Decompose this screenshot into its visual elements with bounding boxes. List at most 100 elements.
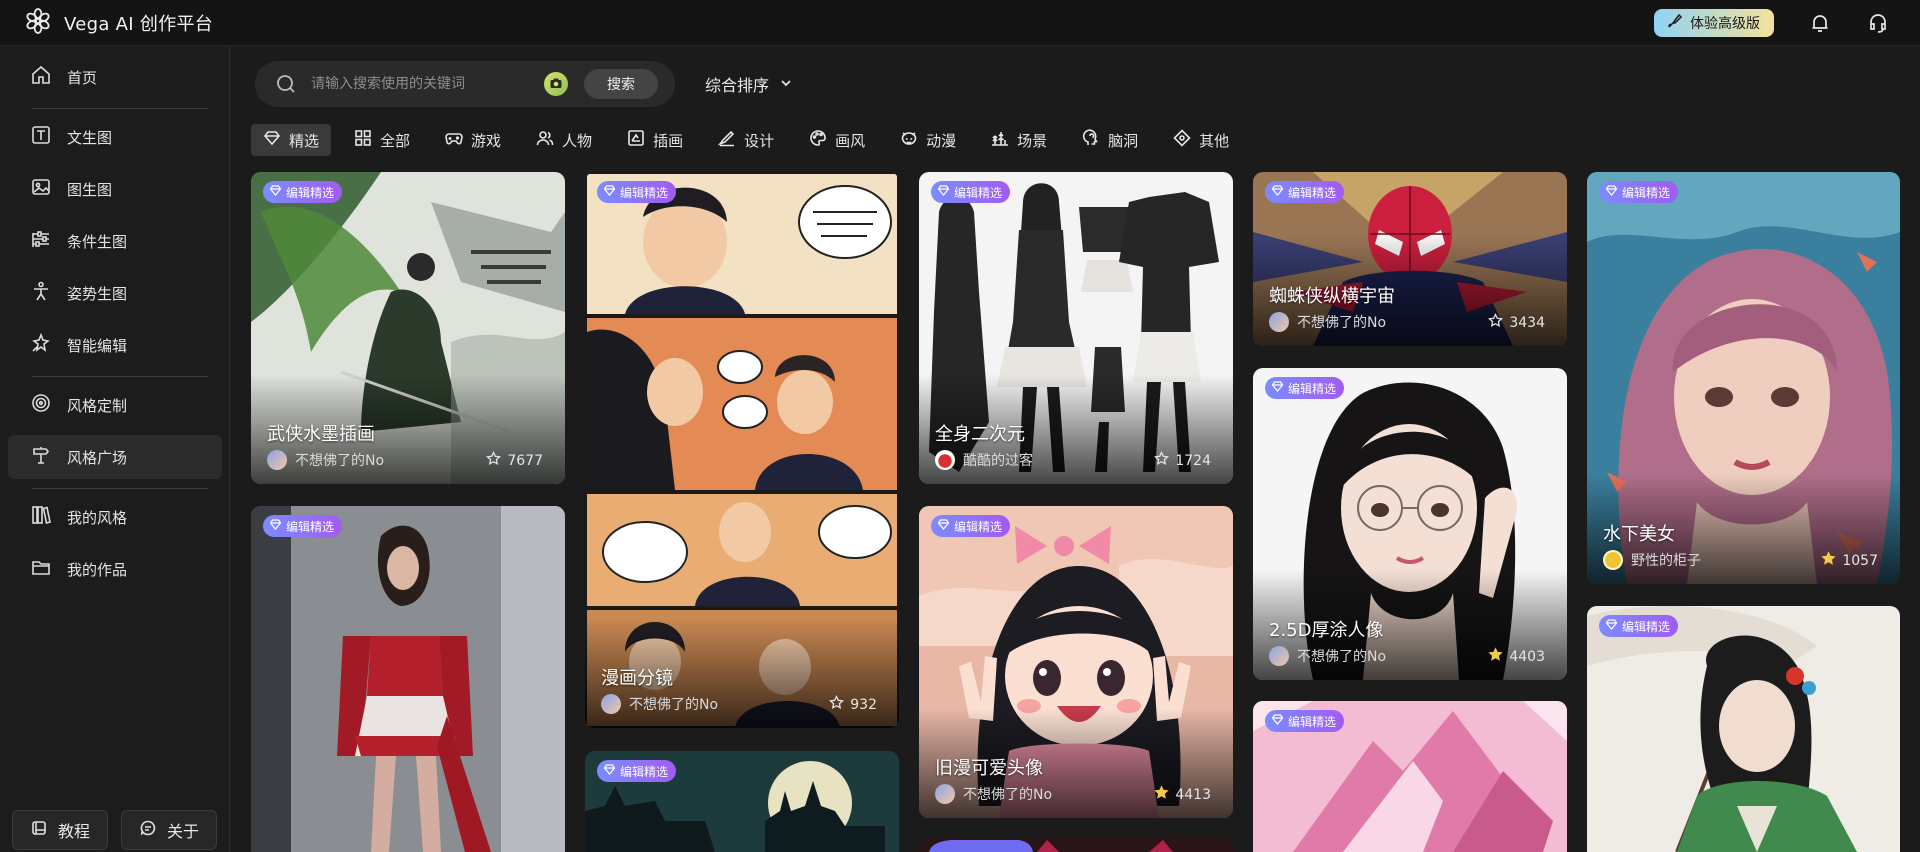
tab-other[interactable]: 其他 [1161, 124, 1241, 156]
author-name: 酷酷的过客 [963, 453, 1033, 469]
upgrade-button[interactable]: 体验高级版 [1654, 9, 1774, 37]
tab-label: 其他 [1199, 131, 1230, 150]
sidebar-item-label: 文生图 [67, 128, 113, 147]
diamond-icon [603, 763, 616, 779]
brand[interactable]: Vega AI 创作平台 [24, 7, 213, 39]
star-filled-icon [1154, 785, 1170, 804]
search-input[interactable] [311, 71, 531, 97]
avatar [1269, 312, 1289, 332]
sidebar-item-smart-edit[interactable]: 智能编辑 [8, 323, 222, 367]
editor-pick-badge: 编辑精选 [931, 515, 1011, 537]
card-author: 酷酷的过客 [935, 450, 1033, 470]
style-card[interactable]: 编辑精选 [1253, 701, 1567, 852]
app-title: Vega AI 创作平台 [64, 13, 214, 35]
sidebar-item-home[interactable]: 首页 [8, 55, 222, 99]
likes-count: 1057 [1842, 552, 1878, 569]
target-icon [30, 392, 52, 418]
tab-label: 画风 [835, 131, 866, 150]
sort-dropdown[interactable]: 综合排序 [705, 72, 793, 96]
card-likes[interactable]: 3434 [1488, 312, 1545, 332]
card-artwork-runway-model [251, 506, 565, 852]
image-search-button[interactable] [544, 72, 568, 96]
card-likes[interactable]: 7677 [486, 450, 543, 470]
sidebar-item-style-plaza[interactable]: 风格广场 [8, 435, 222, 479]
star-icon [1488, 312, 1504, 332]
badge-label: 编辑精选 [1288, 714, 1337, 729]
badge-label: 编辑精选 [1622, 619, 1671, 634]
tab-label: 脑洞 [1108, 131, 1139, 150]
tab-art-style[interactable]: 画风 [797, 124, 877, 156]
tab-games[interactable]: 游戏 [433, 124, 513, 156]
style-card[interactable]: 编辑精选 旧漫可爱头像 不想佛了的No 4413 [919, 506, 1233, 818]
likes-count: 4413 [1175, 786, 1211, 803]
card-author: 不想佛了的No [1269, 312, 1386, 332]
headset-icon[interactable] [1866, 11, 1890, 35]
tab-illustration[interactable]: 插画 [615, 124, 695, 156]
sidebar-item-style-custom[interactable]: 风格定制 [8, 383, 222, 427]
sidebar-divider [32, 488, 208, 489]
author-name: 不想佛了的No [629, 697, 719, 713]
tab-featured[interactable]: 精选 [251, 124, 332, 156]
pose-icon [30, 280, 52, 306]
diamond-icon [1271, 184, 1284, 200]
card-title: 全身二次元 [935, 424, 1025, 445]
card-title: 旧漫可爱头像 [935, 758, 1043, 779]
card-likes[interactable]: 4403 [1488, 647, 1545, 666]
tab-label: 全部 [380, 131, 411, 150]
badge-label: 编辑精选 [1622, 185, 1671, 200]
tab-label: 插画 [653, 131, 684, 150]
home-icon [30, 64, 52, 90]
tab-all[interactable]: 全部 [342, 124, 422, 156]
badge-label: 编辑精选 [286, 519, 335, 534]
sidebar-item-image-to-image[interactable]: 图生图 [8, 167, 222, 211]
style-card[interactable]: 编辑精选 武侠水墨插画 不想佛了的No 7677 [251, 172, 565, 484]
card-likes[interactable]: 4413 [1154, 785, 1211, 804]
card-likes[interactable]: 1057 [1821, 551, 1878, 570]
bell-icon[interactable] [1808, 11, 1832, 35]
likes-count: 7677 [507, 452, 543, 469]
gamepad-icon [445, 129, 463, 151]
sidebar-item-label: 我的风格 [67, 508, 128, 527]
star-filled-icon [1488, 647, 1504, 666]
about-button[interactable]: 关于 [121, 810, 217, 850]
sidebar-item-pose[interactable]: 姿势生图 [8, 271, 222, 315]
grid-icon [354, 129, 372, 151]
sidebar-item-my-styles[interactable]: 我的风格 [8, 495, 222, 539]
card-title: 武侠水墨插画 [267, 424, 375, 445]
style-card[interactable]: 编辑精选 2.5D厚涂人像 不想佛了的No 4403 [1253, 368, 1567, 680]
style-card[interactable]: 编辑精选 [251, 506, 565, 852]
other-icon [1173, 129, 1191, 151]
upgrade-label: 体验高级版 [1690, 16, 1760, 32]
tab-design[interactable]: 设计 [706, 124, 786, 156]
style-card[interactable]: 编辑精选 漫画分镜 不想佛了的No 932 [585, 172, 899, 728]
tab-scene[interactable]: 场景 [979, 124, 1059, 156]
search-button[interactable]: 搜索 [584, 69, 658, 99]
style-card[interactable]: 编辑精选 [1587, 606, 1900, 852]
tab-label: 设计 [744, 131, 775, 150]
sidebar-item-text-to-image[interactable]: 文生图 [8, 115, 222, 159]
sidebar-item-conditional[interactable]: 条件生图 [8, 219, 222, 263]
diamond-icon [1605, 184, 1618, 200]
brain-icon [1082, 129, 1100, 151]
card-likes[interactable]: 932 [829, 694, 877, 714]
sidebar: 首页 文生图 图生图 条件生图 姿势生图 智能编辑 风格定制 风格广场 我的风格… [0, 46, 230, 852]
card-author: 不想佛了的No [601, 694, 718, 714]
author-name: 不想佛了的No [1297, 315, 1387, 331]
card-likes[interactable]: 1724 [1154, 450, 1211, 470]
tab-anime[interactable]: 动漫 [888, 124, 968, 156]
card-author: 不想佛了的No [935, 784, 1052, 804]
tab-imagination[interactable]: 脑洞 [1070, 124, 1150, 156]
style-card[interactable]: 编辑精选 全身二次元 酷酷的过客 1724 [919, 172, 1233, 484]
text-icon [30, 124, 52, 150]
sidebar-item-label: 条件生图 [67, 232, 128, 251]
style-card[interactable] [919, 838, 1233, 852]
style-card[interactable]: 编辑精选 [585, 751, 899, 852]
tab-people[interactable]: 人物 [524, 124, 604, 156]
folder-icon [30, 556, 52, 582]
tutorial-button[interactable]: 教程 [12, 810, 108, 850]
style-card[interactable]: 编辑精选 水下美女 野性的柜子 1057 [1587, 172, 1900, 584]
style-card[interactable]: 编辑精选 蜘蛛侠纵横宇宙 不想佛了的No 3434 [1253, 172, 1567, 346]
about-label: 关于 [166, 822, 199, 841]
avatar [267, 450, 287, 470]
sidebar-item-my-works[interactable]: 我的作品 [8, 547, 222, 591]
